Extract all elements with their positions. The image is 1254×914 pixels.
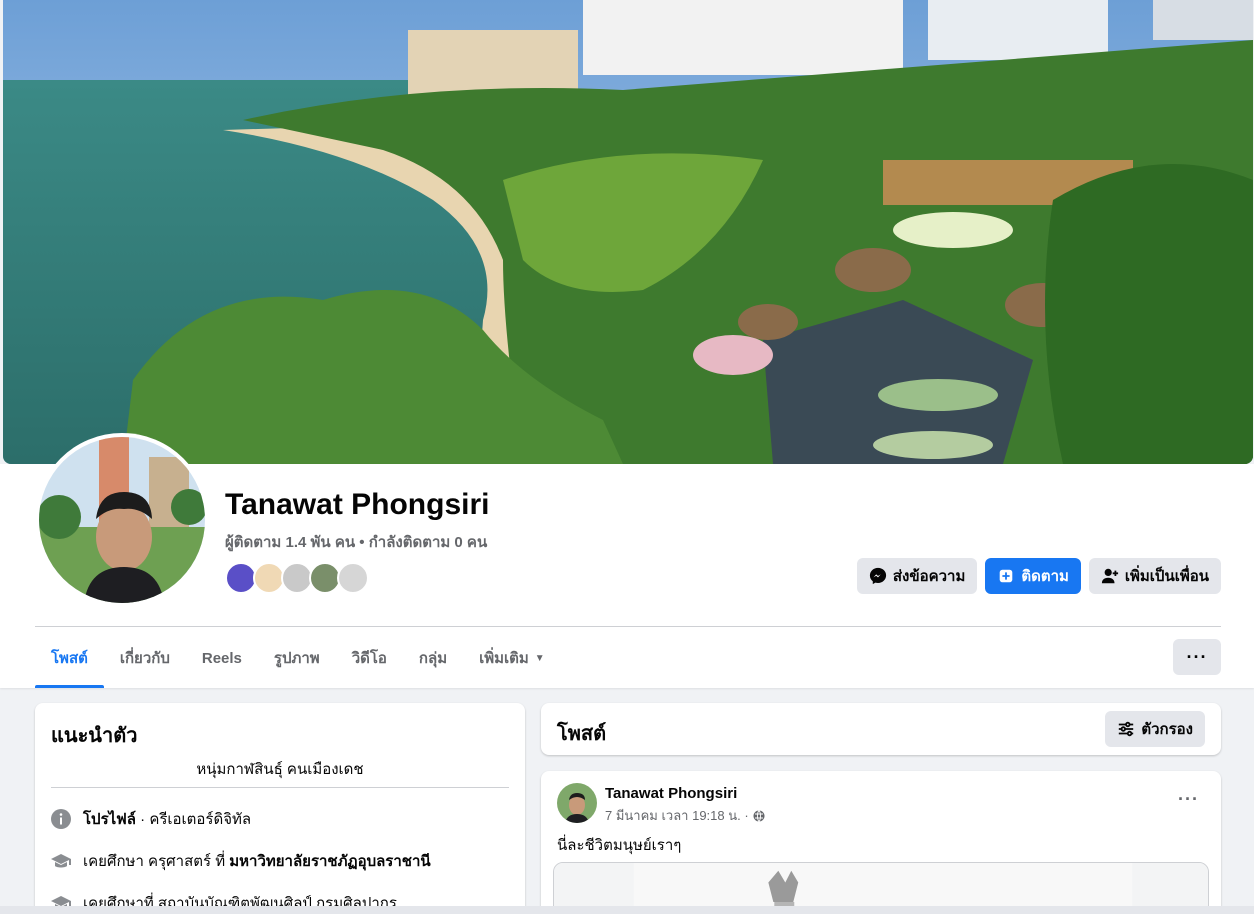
intro-profile-row: โปรไฟล์ · ครีเอเตอร์ดิจิทัล <box>51 807 509 831</box>
profile-tabs: โพสต์ เกี่ยวกับ Reels รูปภาพ วิดีโอ กลุ่… <box>35 628 561 688</box>
filter-icon <box>1117 720 1135 738</box>
friend-avatar[interactable] <box>337 562 369 594</box>
post-author-avatar[interactable] <box>557 783 597 823</box>
post-time-text: 7 มีนาคม เวลา 19:18 น. · <box>605 808 749 823</box>
more-options-button[interactable]: ··· <box>1173 639 1221 675</box>
intro-profile-category: · ครีเอเตอร์ดิจิทัล <box>136 811 252 828</box>
tab-label: รูปภาพ <box>273 650 320 667</box>
add-friend-icon <box>1101 567 1119 585</box>
caret-down-icon: ▼ <box>534 652 545 664</box>
tab-posts[interactable]: โพสต์ <box>35 628 104 688</box>
follow-icon <box>997 567 1015 585</box>
post-timestamp[interactable]: 7 มีนาคม เวลา 19:18 น. · <box>605 805 765 826</box>
message-button[interactable]: ส่งข้อความ <box>856 558 978 594</box>
cover-photo[interactable] <box>3 0 1253 464</box>
post-options-button[interactable]: ··· <box>1178 789 1199 810</box>
info-icon <box>51 809 71 829</box>
graduation-cap-icon <box>51 851 71 871</box>
follow-button[interactable]: ติดตาม <box>985 558 1081 594</box>
tab-reels[interactable]: Reels <box>186 628 258 688</box>
follow-button-label: ติดตาม <box>1021 568 1069 585</box>
header-divider <box>35 626 1221 627</box>
add-friend-button[interactable]: เพิ่มเป็นเพื่อน <box>1088 558 1221 594</box>
bottom-edge <box>0 906 1254 914</box>
globe-icon <box>753 809 765 822</box>
profile-picture[interactable] <box>35 433 209 607</box>
tab-label: Reels <box>201 649 242 667</box>
tab-label: โพสต์ <box>51 650 88 667</box>
intro-profile-label[interactable]: โปรไฟล์ <box>83 811 136 828</box>
intro-title: แนะนำตัว <box>51 725 138 747</box>
tab-groups[interactable]: กลุ่ม <box>403 628 463 688</box>
intro-education-prefix: เคยศึกษา ครุศาสตร์ ที่ <box>83 853 230 870</box>
post-text: นี่ละชีวิตมนุษย์เราๆ <box>557 837 682 854</box>
tab-videos[interactable]: วิดีโอ <box>336 628 403 688</box>
filter-button[interactable]: ตัวกรอง <box>1105 711 1205 747</box>
intro-education-school[interactable]: มหาวิทยาลัยราชภัฏอุบลราชานี <box>229 853 430 870</box>
message-button-label: ส่งข้อความ <box>892 568 966 585</box>
followers-count[interactable]: ผู้ติดตาม 1.4 พัน คน • กำลังติดตาม 0 คน <box>225 530 487 554</box>
add-friend-button-label: เพิ่มเป็นเพื่อน <box>1124 568 1209 585</box>
tab-label: เพิ่มเติม <box>479 650 529 667</box>
intro-bio: หนุ่มกาฬสินธุ์ คนเมืองเดช <box>196 761 364 778</box>
profile-actions: ส่งข้อความ ติดตาม เพิ่มเป็นเพื่อน <box>856 558 1221 594</box>
intro-divider <box>51 787 509 788</box>
intro-education-row: เคยศึกษา ครุศาสตร์ ที่ มหาวิทยาลัยราชภัฏ… <box>51 849 509 873</box>
intro-row-text: เคยศึกษา ครุศาสตร์ ที่ มหาวิทยาลัยราชภัฏ… <box>83 849 431 873</box>
profile-name: Tanawat Phongsiri <box>225 488 490 521</box>
intro-row-text: โปรไฟล์ · ครีเอเตอร์ดิจิทัล <box>83 807 251 831</box>
tab-label: เกี่ยวกับ <box>119 650 170 667</box>
tab-label: กลุ่ม <box>418 650 448 667</box>
tab-photos[interactable]: รูปภาพ <box>258 628 336 688</box>
posts-title: โพสต์ <box>557 723 607 745</box>
tab-more[interactable]: เพิ่มเติม ▼ <box>463 628 561 688</box>
messenger-icon <box>869 567 887 585</box>
intro-card: แนะนำตัว หนุ่มกาฬสินธุ์ คนเมืองเดช โปรไฟ… <box>35 703 525 914</box>
post-card: Tanawat Phongsiri 7 มีนาคม เวลา 19:18 น.… <box>541 771 1221 914</box>
filter-button-label: ตัวกรอง <box>1141 721 1193 738</box>
post-author-name[interactable]: Tanawat Phongsiri <box>605 785 737 802</box>
posts-header-card: โพสต์ ตัวกรอง <box>541 703 1221 755</box>
tab-label: วิดีโอ <box>351 650 387 667</box>
tab-about[interactable]: เกี่ยวกับ <box>104 628 186 688</box>
mutual-friends-avatars[interactable] <box>225 562 369 594</box>
